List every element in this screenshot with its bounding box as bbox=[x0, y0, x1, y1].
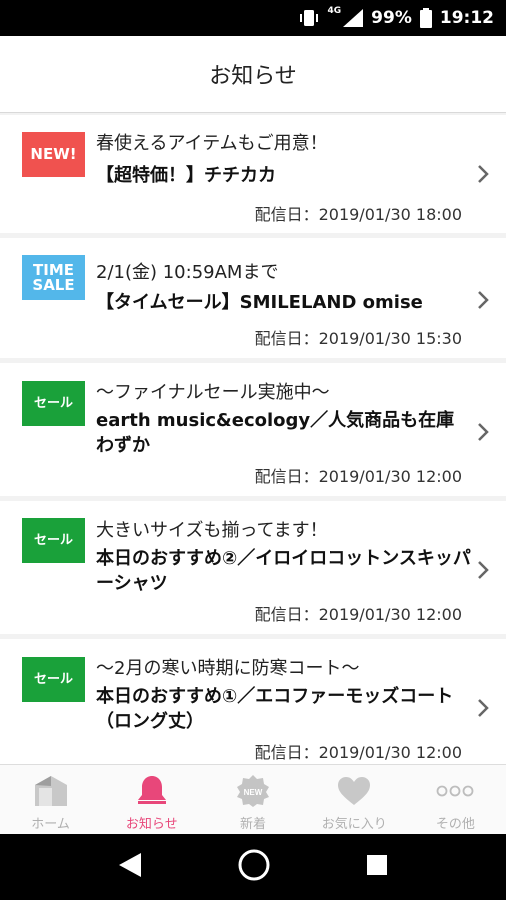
nav-more[interactable]: その他 bbox=[405, 765, 506, 834]
nav-new-label: 新着 bbox=[240, 817, 267, 832]
back-icon[interactable] bbox=[117, 851, 143, 883]
recents-icon[interactable] bbox=[365, 853, 389, 881]
page-title: お知らせ bbox=[209, 64, 297, 89]
notice-date: 配信日：2019/01/30 18:00 bbox=[254, 205, 462, 224]
chevron-right-icon bbox=[478, 291, 489, 309]
notice-list[interactable]: NEW! 春使えるアイテムもご用意！ 【超特価！】チチカカ 配信日：2019/0… bbox=[0, 115, 506, 764]
heart-icon bbox=[334, 771, 374, 811]
chevron-right-icon bbox=[478, 699, 489, 717]
clock: 19:12 bbox=[439, 8, 494, 28]
notice-item[interactable]: TIME SALE 2/1(金) 10:59AMまで 【タイムセール】SMILE… bbox=[0, 238, 506, 358]
bell-icon bbox=[132, 771, 172, 811]
chevron-right-icon bbox=[478, 561, 489, 579]
notice-item[interactable]: セール ～2月の寒い時期に防寒コート～ 本日のおすすめ①／エコファーモッズコート… bbox=[0, 639, 506, 764]
nav-notifications-label: お知らせ bbox=[125, 817, 178, 832]
nav-home[interactable]: ホーム bbox=[0, 765, 101, 834]
nav-notifications[interactable]: お知らせ bbox=[101, 765, 202, 834]
battery-level: 99% bbox=[371, 8, 412, 28]
sale-badge: セール bbox=[22, 518, 85, 563]
notice-headline: 【超特価！】チチカカ bbox=[96, 165, 276, 186]
time-sale-badge: TIME SALE bbox=[22, 255, 85, 300]
status-bar: 4G 99% 19:12 bbox=[0, 0, 506, 36]
nav-favorites-label: お気に入り bbox=[321, 817, 387, 832]
nav-home-label: ホーム bbox=[31, 817, 70, 832]
notice-date: 配信日：2019/01/30 15:30 bbox=[254, 329, 462, 348]
more-icon bbox=[435, 771, 475, 811]
battery-icon bbox=[419, 8, 432, 28]
notice-item[interactable]: NEW! 春使えるアイテムもご用意！ 【超特価！】チチカカ 配信日：2019/0… bbox=[0, 115, 506, 233]
sale-badge: セール bbox=[22, 381, 85, 426]
nav-more-label: その他 bbox=[435, 817, 475, 832]
notice-item[interactable]: セール 大きいサイズも揃ってます！ 本日のおすすめ②／イロイロコットンスキッパー… bbox=[0, 501, 506, 634]
time-sale-badge-label: TIME SALE bbox=[32, 260, 75, 294]
nav-new[interactable]: NEW 新着 bbox=[202, 765, 303, 834]
chevron-right-icon bbox=[478, 165, 489, 183]
notice-lead: 2/1(金) 10:59AMまで bbox=[96, 262, 279, 283]
sale-badge: セール bbox=[22, 657, 85, 702]
notice-headline: earth music&ecology／人気商品も在庫わずか bbox=[96, 410, 455, 456]
new-badge: NEW! bbox=[22, 132, 85, 177]
notice-lead: 大きいサイズも揃ってます！ bbox=[96, 520, 328, 541]
notice-date: 配信日：2019/01/30 12:00 bbox=[254, 743, 462, 762]
nav-favorites[interactable]: お気に入り bbox=[304, 765, 405, 834]
bottom-nav: ホーム お知らせ NEW 新着 お気に入り その他 bbox=[0, 764, 506, 834]
signal-icon bbox=[343, 9, 364, 27]
home-icon bbox=[31, 771, 71, 811]
home-circle-icon[interactable] bbox=[237, 848, 271, 886]
notice-lead: ～2月の寒い時期に防寒コート～ bbox=[96, 658, 360, 679]
notice-headline: 本日のおすすめ①／エコファーモッズコート（ロング丈） bbox=[96, 686, 454, 732]
notice-date: 配信日：2019/01/30 12:00 bbox=[254, 605, 462, 624]
notice-lead: 春使えるアイテムもご用意！ bbox=[96, 133, 328, 154]
vibrate-icon bbox=[298, 9, 320, 27]
app-header: お知らせ bbox=[0, 36, 506, 113]
notice-headline: 【タイムセール】SMILELAND omise bbox=[96, 292, 423, 313]
notice-lead: ～ファイナルセール実施中～ bbox=[96, 382, 330, 403]
notice-date: 配信日：2019/01/30 12:00 bbox=[254, 467, 462, 486]
new-badge-icon-text: NEW bbox=[244, 788, 263, 797]
new-badge-icon: NEW bbox=[233, 771, 273, 811]
system-nav-bar bbox=[0, 834, 506, 900]
notice-headline: 本日のおすすめ②／イロイロコットンスキッパーシャツ bbox=[96, 548, 471, 594]
chevron-right-icon bbox=[478, 423, 489, 441]
notice-item[interactable]: セール ～ファイナルセール実施中～ earth music&ecology／人気… bbox=[0, 363, 506, 496]
network-type: 4G bbox=[327, 6, 342, 16]
